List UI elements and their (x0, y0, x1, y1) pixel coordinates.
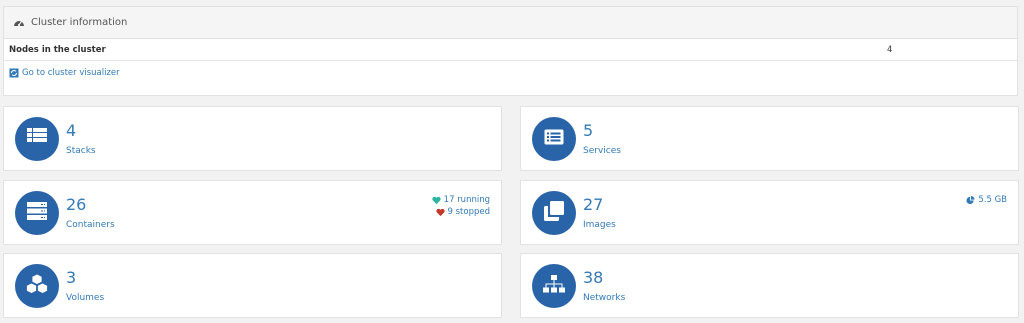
services-icon-circle (532, 117, 576, 161)
images-count: 27 (583, 195, 604, 214)
volumes-label: Volumes (66, 293, 105, 303)
running-count: 17 running (443, 195, 490, 205)
images-icon-circle (532, 191, 576, 235)
volumes-card[interactable]: 3 Volumes (3, 253, 502, 318)
stacks-icon-circle (15, 117, 59, 161)
stacks-card[interactable]: 4 Stacks (3, 106, 502, 171)
networks-card[interactable]: 38 Networks (520, 253, 1019, 318)
services-count: 5 (583, 121, 594, 140)
running-status: 17 running (432, 194, 490, 206)
images-size-line: 5.5 GB (966, 194, 1007, 206)
sitemap-icon (543, 275, 565, 297)
stacks-count: 4 (66, 121, 77, 140)
networks-count: 38 (583, 268, 604, 287)
panel-title: Cluster information (31, 17, 128, 28)
services-card[interactable]: 5 Services (520, 106, 1019, 171)
nodes-label: Nodes in the cluster (9, 44, 106, 55)
clone-icon (544, 201, 564, 225)
heartbeat-icon (432, 196, 441, 205)
list-icon (27, 128, 47, 150)
containers-icon-circle (15, 191, 59, 235)
heartbeat-icon (435, 208, 445, 217)
visualizer-row: Go to cluster visualizer (4, 61, 1017, 85)
pie-chart-icon (966, 195, 975, 205)
volumes-count: 3 (66, 268, 77, 287)
containers-count: 26 (66, 195, 87, 214)
panel-header: Cluster information (4, 7, 1017, 39)
images-card[interactable]: 27 Images 5.5 GB (520, 180, 1019, 245)
nodes-value: 4 (887, 44, 893, 55)
containers-label: Containers (66, 220, 115, 230)
images-size-value: 5.5 GB (978, 195, 1007, 205)
containers-card[interactable]: 26 Containers 17 running 9 stopped (3, 180, 502, 245)
images-label: Images (583, 220, 616, 230)
volumes-icon-circle (15, 264, 59, 308)
nodes-row: Nodes in the cluster 4 (4, 39, 1017, 61)
tachometer-icon (13, 17, 25, 29)
services-label: Services (583, 146, 621, 156)
networks-icon-circle (532, 264, 576, 308)
cluster-information-panel: Cluster information Nodes in the cluster… (3, 6, 1018, 96)
stopped-count: 9 stopped (447, 207, 491, 217)
list-alt-icon (544, 129, 564, 149)
networks-label: Networks (583, 293, 626, 303)
server-icon (27, 202, 47, 224)
stopped-status: 9 stopped (432, 206, 490, 218)
visualizer-link-text: Go to cluster visualizer (22, 68, 120, 78)
refresh-icon (9, 68, 19, 78)
containers-status: 17 running 9 stopped (432, 194, 490, 218)
images-size: 5.5 GB (966, 194, 1007, 206)
cubes-icon (26, 273, 48, 298)
stacks-label: Stacks (66, 146, 96, 156)
cluster-visualizer-link[interactable]: Go to cluster visualizer (9, 68, 120, 78)
